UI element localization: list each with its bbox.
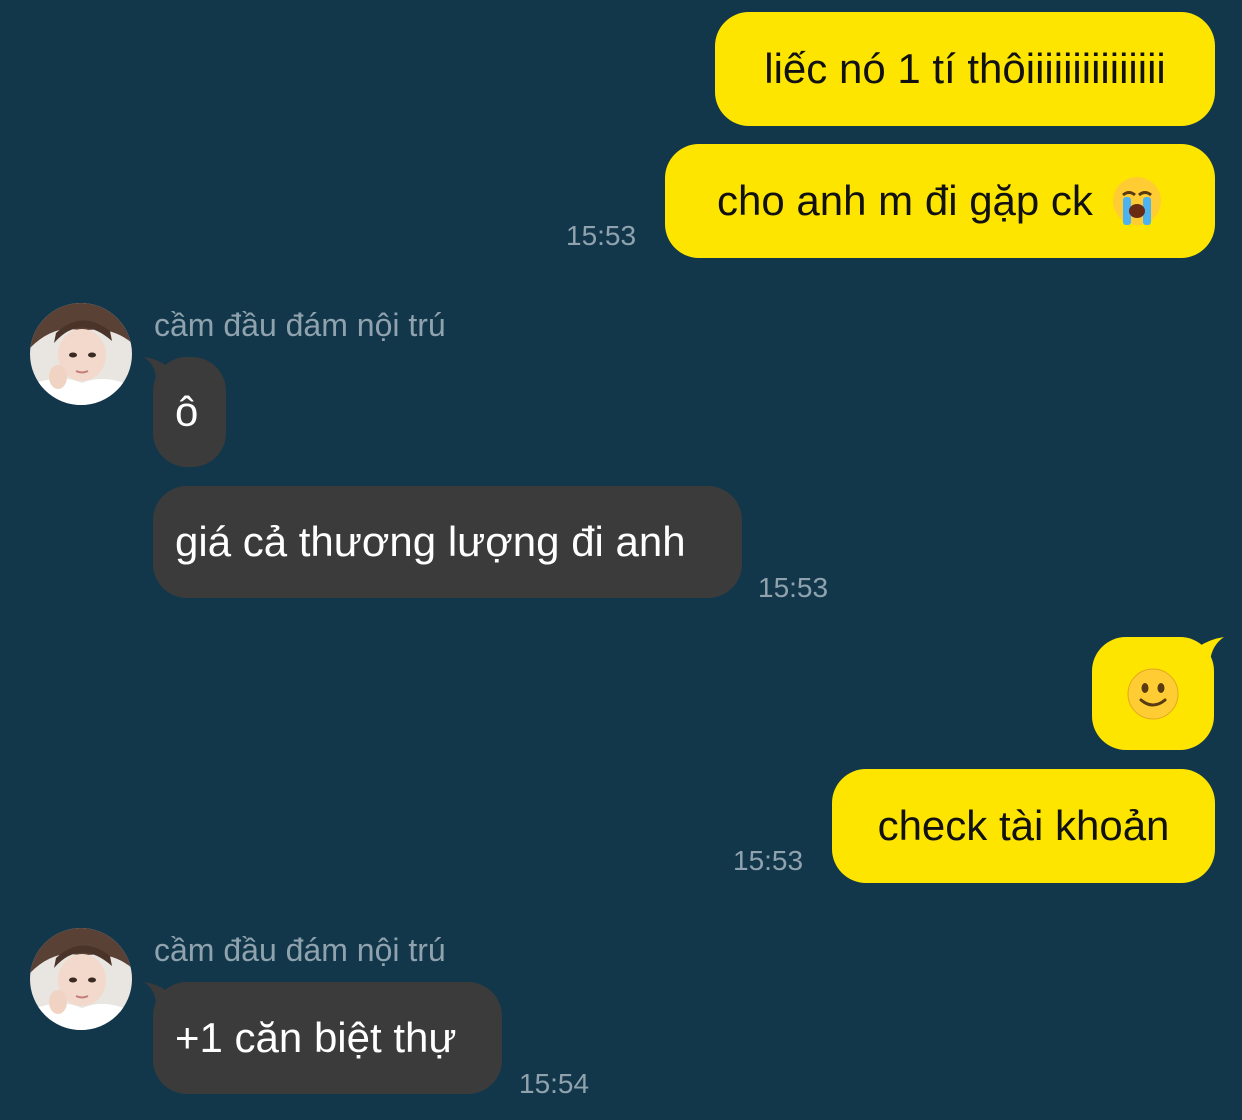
bubble-tail [1198,637,1224,661]
outgoing-message-bubble[interactable] [1092,637,1214,750]
sender-name: cầm đầu đám nội trú [154,307,446,343]
message-timestamp: 15:53 [758,572,829,603]
sender-name: cầm đầu đám nội trú [154,932,446,968]
avatar[interactable] [30,303,132,405]
incoming-message-bubble[interactable]: ô [153,357,226,467]
message-text: giá cả thương lượng đi anh [175,518,686,565]
message-text: cho anh m đi gặp ck [717,177,1093,224]
incoming-message-bubble[interactable]: giá cả thương lượng đi anh [153,486,742,598]
message-text: check tài khoản [877,802,1170,849]
message-text: ô [175,388,199,435]
message-text: +1 căn biệt thự [175,1014,457,1061]
outgoing-message-bubble[interactable]: liếc nó 1 tí thôiiiiiiiiiiiiiii [715,12,1215,126]
outgoing-message-bubble[interactable]: cho anh m đi gặp ck [665,144,1215,258]
loudly-crying-face-emoji [1111,175,1163,227]
message-timestamp: 15:53 [733,845,804,876]
message-text: liếc nó 1 tí thôiiiiiiiiiiiiiii [764,45,1166,92]
slightly-smiling-face-emoji [1126,667,1180,721]
incoming-message-bubble[interactable]: +1 căn biệt thự [153,982,502,1094]
avatar[interactable] [30,928,132,1030]
message-timestamp: 15:53 [566,220,637,251]
message-timestamp: 15:54 [519,1068,590,1099]
outgoing-message-bubble[interactable]: check tài khoản [832,769,1215,883]
